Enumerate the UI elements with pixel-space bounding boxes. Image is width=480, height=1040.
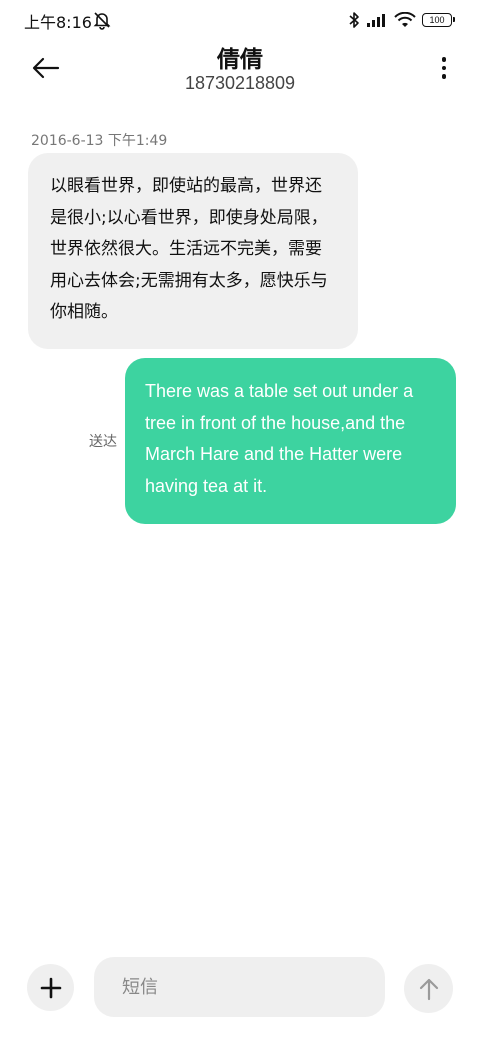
wifi-icon <box>394 12 416 28</box>
delivery-status: 送达 <box>89 434 117 450</box>
signal-icon <box>366 12 388 28</box>
add-attachment-button[interactable] <box>27 964 74 1011</box>
status-bar: 上午8:16 100 <box>0 0 480 40</box>
more-vertical-icon-dot <box>441 57 447 62</box>
outgoing-message-bubble[interactable]: There was a table set out under a tree i… <box>125 358 456 524</box>
status-time: 上午8:16 <box>24 13 92 32</box>
plus-icon <box>40 977 61 998</box>
arrow-up-icon <box>419 978 438 1000</box>
incoming-message-bubble[interactable]: 以眼看世界，即使站的最高，世界还是很小;以心看世界，即使身处局限，世界依然很大。… <box>28 153 358 349</box>
status-icons: 100 <box>348 10 455 30</box>
bluetooth-icon <box>348 11 360 29</box>
more-options-button[interactable] <box>436 54 452 82</box>
more-vertical-icon-dot <box>441 65 447 71</box>
mute-alarm-icon <box>92 10 112 30</box>
contact-name: 倩倩 <box>217 47 263 73</box>
more-vertical-icon-dot <box>441 74 447 79</box>
conversation-header: 倩倩 18730218809 <box>0 40 480 102</box>
send-button[interactable] <box>404 964 453 1013</box>
battery-icon: 100 <box>422 13 455 27</box>
message-input[interactable] <box>94 957 385 1017</box>
contact-number: 18730218809 <box>184 73 296 93</box>
message-timestamp: 2016-6-13 下午1:49 <box>31 133 168 149</box>
